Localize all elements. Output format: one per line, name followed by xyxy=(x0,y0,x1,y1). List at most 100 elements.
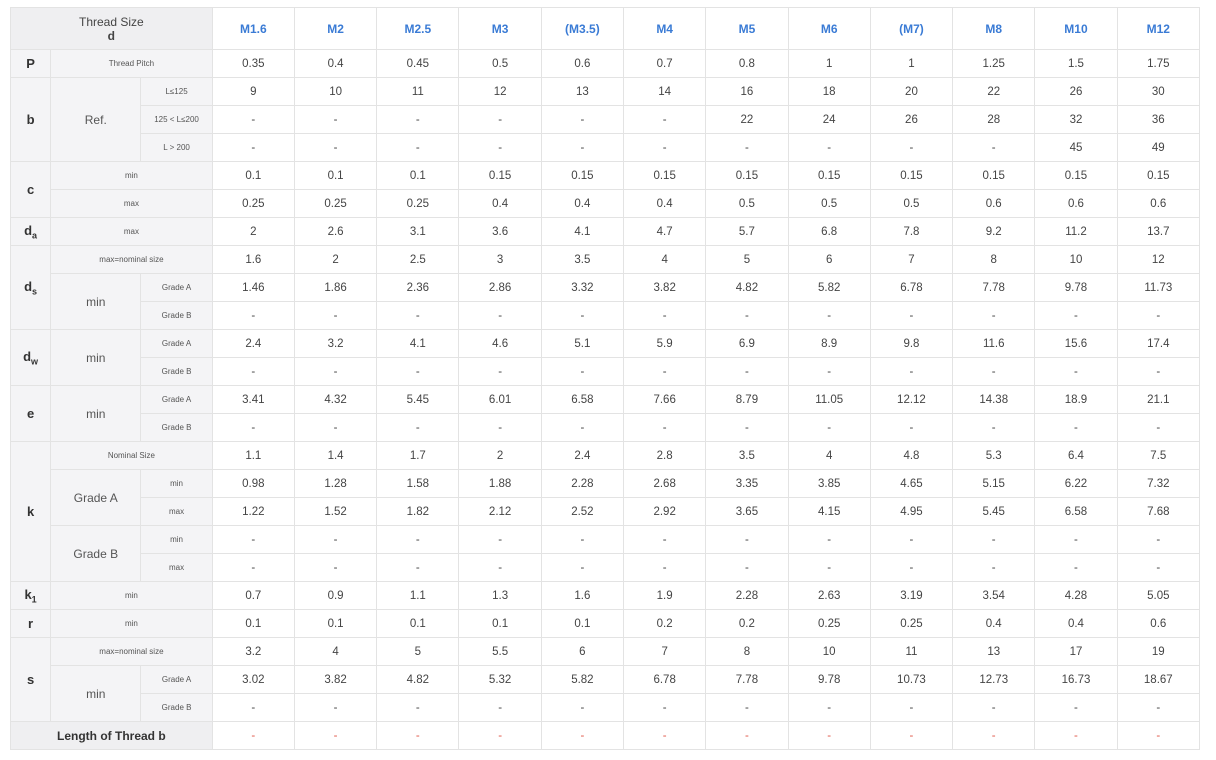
label-ref: Ref. xyxy=(50,77,142,162)
symbol-c: c xyxy=(9,161,52,218)
value-cell: 0.6 xyxy=(1116,609,1201,638)
value-cell: 1.22 xyxy=(211,497,295,526)
row-b1: b Ref. L≤125 9 10 11 12 13 14 16 18 20 22 26 30 xyxy=(9,77,1201,162)
value-cell: 0.25 xyxy=(869,609,954,638)
value-cell: 1.75 xyxy=(1116,49,1201,78)
value-cell: 3.35 xyxy=(705,469,789,498)
value-cell: 4 xyxy=(293,637,378,666)
value-cell: 5.5 xyxy=(458,637,542,666)
value-cell: 0.1 xyxy=(211,161,295,190)
thread-size-header: Thread Size d xyxy=(10,7,213,50)
value-cell: 0.15 xyxy=(952,161,1036,190)
value-cell: - xyxy=(376,721,460,750)
value-cell: - xyxy=(787,413,871,442)
label-grade-b: Grade B xyxy=(140,693,213,722)
value-cell: - xyxy=(211,133,295,162)
label-grade-b: Grade B xyxy=(140,357,213,386)
value-cell: - xyxy=(211,721,295,750)
value-cell: 45 xyxy=(1034,133,1118,162)
value-cell: 49 xyxy=(1116,133,1201,162)
value-cell: 6.78 xyxy=(623,665,707,694)
value-cell: 2.52 xyxy=(540,497,625,526)
value-cell: 6 xyxy=(540,637,625,666)
value-cell: 24 xyxy=(787,105,871,134)
value-cell: - xyxy=(787,301,871,330)
value-cell: - xyxy=(952,693,1036,722)
symbol-dw: dw xyxy=(9,329,52,386)
value-cell: 0.15 xyxy=(540,161,625,190)
value-cell: 14.38 xyxy=(952,385,1036,414)
value-cell: 11 xyxy=(869,637,954,666)
size-header: (M3.5) xyxy=(540,7,625,50)
value-cell: 0.1 xyxy=(458,609,542,638)
row-k-nominal: k Nominal Size 1.1 1.4 1.7 2 2.4 2.8 3.5 4 4.8 5.… xyxy=(9,441,1201,582)
value-cell: - xyxy=(540,133,625,162)
value-cell: 0.4 xyxy=(1034,609,1118,638)
value-cell: - xyxy=(869,413,954,442)
value-cell: - xyxy=(705,525,789,554)
value-cell: - xyxy=(1034,721,1118,750)
row-k-b-max: max ------------ xyxy=(11,553,1201,582)
value-cell: 6.01 xyxy=(458,385,542,414)
value-cell: 2.92 xyxy=(623,497,707,526)
value-cell: 4.15 xyxy=(787,497,871,526)
label-l-gt200: L > 200 xyxy=(140,133,213,162)
value-cell: 5.45 xyxy=(952,497,1036,526)
value-cell: 0.15 xyxy=(1116,161,1201,190)
value-cell: 5 xyxy=(705,245,789,274)
label-min: min xyxy=(140,525,213,554)
value-cell: 0.6 xyxy=(952,189,1036,218)
value-cell: - xyxy=(1034,553,1118,582)
value-cell: 2 xyxy=(293,245,378,274)
value-cell: 0.4 xyxy=(540,189,625,218)
value-cell: - xyxy=(952,133,1036,162)
value-cell: 0.15 xyxy=(869,161,954,190)
label-max: max xyxy=(50,217,213,246)
label-max: max xyxy=(140,497,213,526)
value-cell: - xyxy=(540,693,625,722)
value-cell: - xyxy=(540,105,625,134)
value-cell: 15.6 xyxy=(1034,329,1118,358)
row-dw-b: Grade B ------------ xyxy=(11,357,1201,386)
label-min: min xyxy=(50,665,142,722)
value-cell: - xyxy=(705,721,789,750)
footer-label: Length of Thread b xyxy=(10,721,213,750)
value-cell: 1.1 xyxy=(211,441,295,470)
value-cell: - xyxy=(211,357,295,386)
row-r-min: r min 0.1 0.1 0.1 0.1 0.1 0.2 0.2 0.25 0.25 0.4 0.… xyxy=(9,609,1201,638)
value-cell: 8 xyxy=(705,637,789,666)
label-grade-b: Grade B xyxy=(140,301,213,330)
value-cell: 2.8 xyxy=(623,441,707,470)
value-cell: - xyxy=(952,721,1036,750)
value-cell: 5.82 xyxy=(787,273,871,302)
value-cell: 28 xyxy=(952,105,1036,134)
value-cell: 7.5 xyxy=(1116,441,1201,470)
value-cell: 2 xyxy=(458,441,542,470)
value-cell: - xyxy=(952,301,1036,330)
value-cell: 3.65 xyxy=(705,497,789,526)
row-ds-max: ds max=nominal size 1.6 2 2.5 3 3.5 4 5 6 7 8 10 12 xyxy=(9,245,1201,330)
value-cell: 16 xyxy=(705,77,789,106)
value-cell: - xyxy=(211,105,295,134)
value-cell: 0.25 xyxy=(376,189,460,218)
value-cell: 3.2 xyxy=(293,329,378,358)
value-cell: 7.32 xyxy=(1116,469,1201,498)
row-c-min: c min 0.1 0.1 0.1 0.15 0.15 0.15 0.15 0.15 0.15 0… xyxy=(9,161,1201,218)
value-cell: 0.5 xyxy=(787,189,871,218)
row-k-a-min: Grade A min 0.98 1.28 1.58 1.88 2.28 2.68 3.35… xyxy=(11,469,1201,526)
value-cell: 1.9 xyxy=(623,581,707,610)
value-cell: 4.7 xyxy=(623,217,707,246)
value-cell: 9.8 xyxy=(869,329,954,358)
symbol-e: e xyxy=(9,385,52,442)
value-cell: - xyxy=(869,301,954,330)
value-cell: - xyxy=(540,553,625,582)
value-cell: 3.2 xyxy=(211,637,295,666)
value-cell: 3.54 xyxy=(952,581,1036,610)
value-cell: - xyxy=(376,105,460,134)
value-cell: 2.68 xyxy=(623,469,707,498)
label-max: max xyxy=(140,553,213,582)
value-cell: - xyxy=(952,357,1036,386)
value-cell: - xyxy=(458,133,542,162)
value-cell: 2.6 xyxy=(293,217,378,246)
value-cell: 14 xyxy=(623,77,707,106)
